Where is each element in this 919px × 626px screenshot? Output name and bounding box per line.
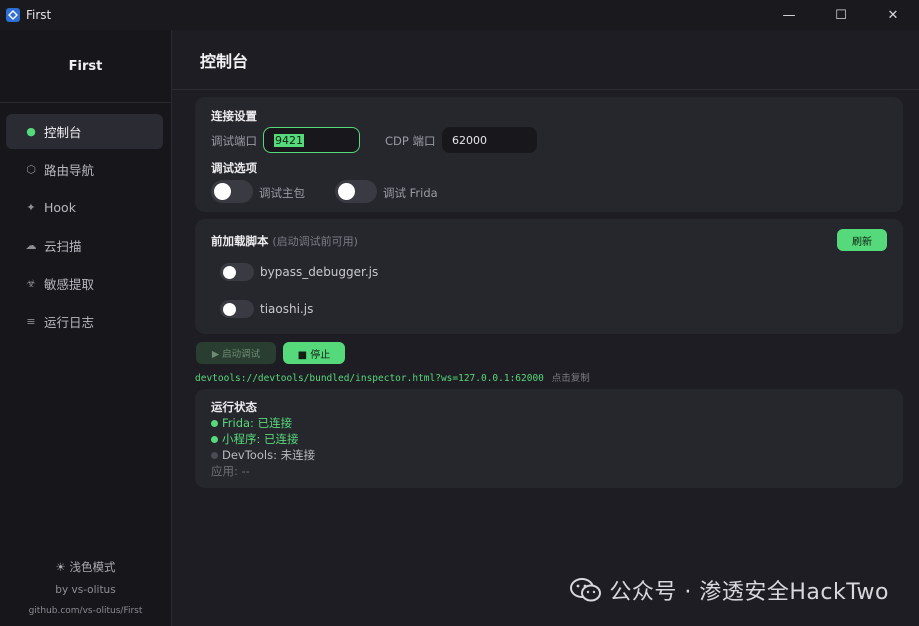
sidebar-item-label: 路由导航: [44, 163, 95, 178]
run-status-card: 运行状态 Frida: 已连接 小程序: 已连接 DevTools: 未连接 应…: [195, 389, 903, 488]
script-name: bypass_debugger.js: [260, 265, 379, 279]
sidebar-item-hook[interactable]: ✦ Hook: [6, 190, 163, 225]
debug-main-package-label: 调试主包: [259, 186, 305, 200]
cdp-port-input[interactable]: 62000: [442, 127, 537, 153]
sidebar-item-logs[interactable]: ≡ 运行日志: [6, 304, 163, 339]
cdp-port-label: CDP 端口: [385, 134, 436, 148]
copy-hint[interactable]: 点击复制: [552, 373, 590, 384]
disconnected-dot-icon: [211, 452, 218, 459]
debug-port-value: 9421: [274, 133, 304, 147]
list-icon: ≡: [26, 315, 36, 328]
status-devtools: DevTools: 未连接: [211, 447, 315, 463]
preload-hint: (启动调试前可用): [272, 235, 358, 248]
sparkle-icon: ✦: [26, 201, 36, 214]
debug-port-label: 调试端口: [211, 134, 257, 148]
script-name: tiaoshi.js: [260, 302, 314, 316]
status-list: Frida: 已连接 小程序: 已连接 DevTools: 未连接 应用: --: [211, 415, 315, 479]
preload-scripts-card: 前加载脚本 (启动调试前可用) 刷新 bypass_debugger.js ti…: [195, 219, 903, 334]
app-logo-icon: [6, 8, 20, 22]
cdp-port-value: 62000: [452, 133, 487, 147]
connection-settings-card: 连接设置 调试端口 9421 CDP 端口 62000 调试选项 调试主包 调试…: [195, 97, 903, 212]
sidebar-nav: ● 控制台 ⬡ 路由导航 ✦ Hook ☁ 云扫描 ☣ 敏感提取 ≡ 运行日志: [0, 103, 171, 339]
minimize-button[interactable]: —: [763, 0, 815, 30]
page-title: 控制台: [172, 30, 919, 90]
hexagon-icon: ⬡: [26, 163, 36, 176]
script-toggle-bypass-debugger[interactable]: [220, 263, 254, 281]
light-mode-toggle[interactable]: ☀ 浅色模式: [0, 559, 171, 575]
status-app: 应用: --: [211, 464, 250, 478]
close-button[interactable]: ✕: [867, 0, 919, 30]
status-frida: Frida: 已连接: [211, 415, 315, 431]
dot-icon: ●: [26, 125, 36, 138]
sidebar-item-console[interactable]: ● 控制台: [6, 114, 163, 149]
sidebar-item-label: Hook: [44, 200, 76, 215]
status-miniprogram-text: 小程序: 已连接: [222, 432, 299, 446]
preload-header: 前加载脚本 (启动调试前可用): [211, 233, 358, 249]
script-toggle-tiaoshi[interactable]: [220, 300, 254, 318]
debug-frida-toggle[interactable]: [335, 180, 377, 203]
debug-frida-label: 调试 Frida: [383, 186, 438, 200]
repo-link[interactable]: github.com/vs-olitus/First: [0, 606, 171, 616]
debug-port-input[interactable]: 9421: [263, 127, 360, 153]
debug-options-title: 调试选项: [211, 161, 257, 175]
stop-button[interactable]: ■ 停止: [283, 342, 345, 364]
devtools-url-row: devtools://devtools/bundled/inspector.ht…: [195, 370, 590, 384]
sidebar-item-sensitive-extract[interactable]: ☣ 敏感提取: [6, 266, 163, 301]
devtools-url-link[interactable]: devtools://devtools/bundled/inspector.ht…: [195, 373, 544, 384]
sidebar: First ● 控制台 ⬡ 路由导航 ✦ Hook ☁ 云扫描 ☣ 敏感提取 ≡…: [0, 30, 172, 626]
cloud-icon: ☁: [25, 239, 37, 252]
run-status-title: 运行状态: [211, 400, 257, 414]
sidebar-item-routes[interactable]: ⬡ 路由导航: [6, 152, 163, 187]
connection-settings-title: 连接设置: [211, 109, 257, 123]
window-titlebar: First — ☐ ✕: [0, 0, 919, 30]
sidebar-item-label: 控制台: [44, 125, 82, 140]
status-devtools-text: DevTools: 未连接: [222, 448, 316, 462]
window-title: First: [26, 8, 52, 22]
watermark: 公众号 · 渗透安全HackTwo: [569, 574, 889, 606]
preload-title: 前加载脚本: [211, 234, 269, 248]
start-debug-button[interactable]: ▶ 启动调试: [196, 342, 276, 364]
brand-title: First: [0, 30, 171, 103]
refresh-button[interactable]: 刷新: [837, 229, 887, 251]
connected-dot-icon: [211, 436, 218, 443]
biohazard-icon: ☣: [26, 277, 36, 290]
watermark-text: 公众号 · 渗透安全HackTwo: [609, 580, 889, 605]
sidebar-item-label: 敏感提取: [44, 277, 95, 292]
sidebar-footer: ☀ 浅色模式 by vs-olitus github.com/vs-olitus…: [0, 559, 171, 626]
connected-dot-icon: [211, 420, 218, 427]
debug-main-package-toggle[interactable]: [211, 180, 253, 203]
status-miniprogram: 小程序: 已连接: [211, 431, 315, 447]
sidebar-item-label: 运行日志: [44, 315, 95, 330]
maximize-button[interactable]: ☐: [815, 0, 867, 30]
author-credit: by vs-olitus: [55, 584, 116, 596]
sidebar-item-label: 云扫描: [44, 239, 82, 254]
main-panel: 控制台 连接设置 调试端口 9421 CDP 端口 62000 调试选项 调试主…: [172, 30, 919, 626]
status-frida-text: Frida: 已连接: [222, 416, 293, 430]
wechat-icon: [570, 578, 602, 602]
sidebar-item-cloud-scan[interactable]: ☁ 云扫描: [6, 228, 163, 263]
